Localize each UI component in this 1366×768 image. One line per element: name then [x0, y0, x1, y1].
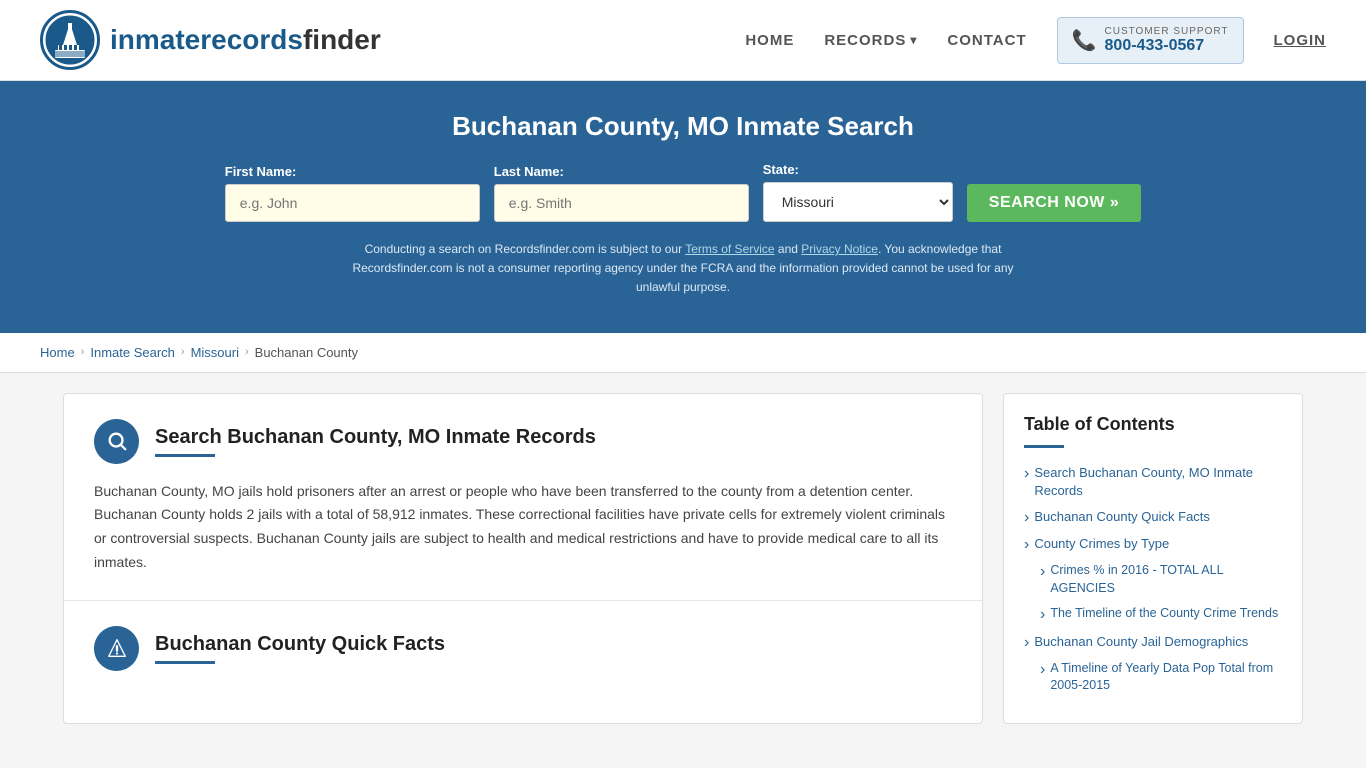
hero-title: Buchanan County, MO Inmate Search: [40, 111, 1326, 142]
hero-disclaimer: Conducting a search on Recordsfinder.com…: [333, 240, 1033, 298]
toc-title: Table of Contents: [1024, 414, 1282, 435]
state-group: State: Missouri: [763, 162, 953, 222]
toc-link-3[interactable]: County Crimes by Type: [1024, 535, 1282, 554]
nav-records[interactable]: RECORDS: [824, 32, 917, 49]
phone-icon: 📞: [1072, 28, 1097, 53]
logo-area: inmaterecordsfinder: [40, 10, 381, 70]
state-select[interactable]: Missouri: [763, 182, 953, 222]
section2-header: Buchanan County Quick Facts: [94, 626, 952, 671]
breadcrumb-home[interactable]: Home: [40, 345, 75, 360]
toc-item-6: Buchanan County Jail Demographics: [1024, 633, 1282, 652]
state-label: State:: [763, 162, 799, 177]
toc-divider: [1024, 445, 1064, 448]
hero-section: Buchanan County, MO Inmate Search First …: [0, 81, 1366, 333]
first-name-label: First Name:: [225, 164, 297, 179]
cs-label: CUSTOMER SUPPORT: [1105, 26, 1229, 37]
toc-item-3: County Crimes by Type: [1024, 535, 1282, 554]
toc-list: Search Buchanan County, MO Inmate Record…: [1024, 464, 1282, 695]
toc-item-1: Search Buchanan County, MO Inmate Record…: [1024, 464, 1282, 500]
nav-home[interactable]: HOME: [745, 32, 794, 49]
logo-main: inmaterecords: [110, 24, 303, 55]
main-content: Search Buchanan County, MO Inmate Record…: [43, 393, 1323, 724]
toc-link-5[interactable]: The Timeline of the County Crime Trends: [1040, 605, 1282, 624]
section2-underline: [155, 661, 215, 664]
privacy-link[interactable]: Privacy Notice: [801, 242, 878, 256]
toc-link-7[interactable]: A Timeline of Yearly Data Pop Total from…: [1040, 660, 1282, 695]
search-button[interactable]: SEARCH NOW »: [967, 184, 1141, 222]
toc-link-2[interactable]: Buchanan County Quick Facts: [1024, 508, 1282, 527]
toc-item-5: The Timeline of the County Crime Trends: [1024, 605, 1282, 624]
toc-item-2: Buchanan County Quick Facts: [1024, 508, 1282, 527]
breadcrumb-sep-3: ›: [245, 346, 249, 358]
search-icon: [94, 419, 139, 464]
tos-link[interactable]: Terms of Service: [685, 242, 774, 256]
toc-item-4: Crimes % in 2016 - TOTAL ALL AGENCIES: [1024, 562, 1282, 597]
last-name-input[interactable]: [494, 184, 749, 222]
breadcrumb-sep-2: ›: [181, 346, 185, 358]
section2-title-block: Buchanan County Quick Facts: [155, 633, 445, 664]
section-quick-facts: Buchanan County Quick Facts: [64, 601, 982, 708]
toc-item-7: A Timeline of Yearly Data Pop Total from…: [1024, 660, 1282, 695]
main-nav: HOME RECORDS CONTACT 📞 CUSTOMER SUPPORT …: [745, 17, 1326, 64]
info-icon: [94, 626, 139, 671]
logo-icon: [40, 10, 100, 70]
content-left: Search Buchanan County, MO Inmate Record…: [63, 393, 983, 724]
breadcrumb-sep-1: ›: [81, 346, 85, 358]
table-of-contents: Table of Contents Search Buchanan County…: [1003, 393, 1303, 724]
nav-contact[interactable]: CONTACT: [947, 32, 1026, 49]
section2-title: Buchanan County Quick Facts: [155, 633, 445, 656]
section1-title: Search Buchanan County, MO Inmate Record…: [155, 426, 596, 449]
customer-support-box: 📞 CUSTOMER SUPPORT 800-433-0567: [1057, 17, 1244, 64]
first-name-input[interactable]: [225, 184, 480, 222]
cs-text-block: CUSTOMER SUPPORT 800-433-0567: [1105, 26, 1229, 55]
site-header: inmaterecordsfinder HOME RECORDS CONTACT…: [0, 0, 1366, 81]
nav-login[interactable]: LOGIN: [1274, 32, 1327, 49]
breadcrumb-inmate-search[interactable]: Inmate Search: [90, 345, 175, 360]
section1-title-block: Search Buchanan County, MO Inmate Record…: [155, 426, 596, 457]
toc-link-1[interactable]: Search Buchanan County, MO Inmate Record…: [1024, 464, 1282, 500]
section1-underline: [155, 454, 215, 457]
search-form: First Name: Last Name: State: Missouri S…: [40, 162, 1326, 222]
last-name-group: Last Name:: [494, 164, 749, 222]
toc-link-4[interactable]: Crimes % in 2016 - TOTAL ALL AGENCIES: [1040, 562, 1282, 597]
first-name-group: First Name:: [225, 164, 480, 222]
last-name-label: Last Name:: [494, 164, 564, 179]
breadcrumb: Home › Inmate Search › Missouri › Buchan…: [0, 333, 1366, 373]
section1-header: Search Buchanan County, MO Inmate Record…: [94, 419, 952, 464]
logo-text: inmaterecordsfinder: [110, 24, 381, 56]
cs-number: 800-433-0567: [1105, 37, 1229, 55]
toc-link-6[interactable]: Buchanan County Jail Demographics: [1024, 633, 1282, 652]
section1-body: Buchanan County, MO jails hold prisoners…: [94, 480, 952, 575]
section-inmate-records: Search Buchanan County, MO Inmate Record…: [64, 394, 982, 601]
breadcrumb-missouri[interactable]: Missouri: [191, 345, 239, 360]
logo-finder: finder: [303, 24, 381, 55]
breadcrumb-buchanan: Buchanan County: [255, 345, 358, 360]
